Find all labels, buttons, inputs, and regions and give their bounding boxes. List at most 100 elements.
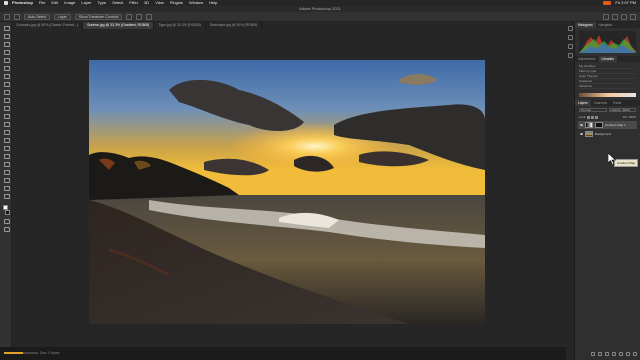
document-tabs: Colorado.jpg @ 50% (Classic Portrait...)… <box>12 22 566 29</box>
apple-menu-icon[interactable] <box>4 1 8 5</box>
quick-select-tool-icon[interactable] <box>3 49 10 55</box>
screen-mode-icon[interactable] <box>3 226 10 232</box>
blend-mode-row: Normal Opacity: 100% <box>575 106 640 114</box>
home-icon[interactable] <box>4 13 10 20</box>
tab-layers[interactable]: Layers <box>575 100 591 106</box>
collapsed-panel-strip <box>566 22 575 360</box>
move-tool-icon[interactable] <box>3 25 10 31</box>
eyedropper-tool-icon[interactable] <box>3 73 10 79</box>
blur-tool-icon[interactable] <box>3 129 10 135</box>
zoom-tool-icon[interactable] <box>3 185 10 191</box>
new-adjustment-icon[interactable] <box>612 352 616 356</box>
right-panel-dock: Histogram Navigator Adjustments Librarie… <box>575 22 640 360</box>
trash-icon[interactable] <box>633 352 637 356</box>
pen-tool-icon[interactable] <box>3 145 10 151</box>
auto-select-checkbox[interactable]: Auto-Select <box>24 13 51 20</box>
opacity-field[interactable]: Opacity: 100% <box>608 108 636 112</box>
workspace-icon[interactable] <box>621 13 627 20</box>
marquee-tool-icon[interactable] <box>3 33 10 39</box>
clone-stamp-tool-icon[interactable] <box>3 97 10 103</box>
tab-adjustments[interactable]: Adjustments <box>575 56 599 62</box>
libraries-list: My Libraries Filter by type Color Themes… <box>575 62 640 91</box>
progress-bar <box>4 352 38 354</box>
path-select-tool-icon[interactable] <box>3 161 10 167</box>
recording-icon[interactable] <box>603 1 612 5</box>
tooltip: Gradient Map <box>614 159 639 167</box>
tab-paths[interactable]: Paths <box>610 100 624 106</box>
type-tool-icon[interactable] <box>3 153 10 159</box>
transform-controls-checkbox[interactable]: Show Transform Controls <box>74 13 123 20</box>
add-style-icon[interactable] <box>598 352 602 356</box>
add-mask-icon[interactable] <box>605 352 609 356</box>
gradient-preview[interactable] <box>579 93 636 97</box>
tab-colorado[interactable]: Colorado.jpg @ 50% (Classic Portrait...) <box>12 22 84 29</box>
lasso-tool-icon[interactable] <box>3 41 10 47</box>
gradient-tool-icon[interactable] <box>3 121 10 127</box>
tab-libraries[interactable]: Libraries <box>598 56 617 62</box>
seascape-sunset-photo <box>89 60 485 324</box>
visibility-eye-icon[interactable] <box>580 133 583 135</box>
lock-position-icon[interactable] <box>591 115 595 119</box>
tab-histogram[interactable]: Histogram <box>575 22 596 28</box>
background-color-swatch[interactable] <box>4 210 10 215</box>
layer-select-dropdown[interactable]: Layer <box>54 13 71 20</box>
frame-tool-icon[interactable] <box>3 65 10 71</box>
share-icon[interactable] <box>630 13 636 20</box>
tab-tiger[interactable]: Tiger.jpg @ 33.3% (RGB/8) <box>154 22 206 29</box>
layer-name[interactable]: Background <box>595 132 611 136</box>
blend-mode-dropdown[interactable]: Normal <box>579 108 607 112</box>
status-bar: Doc: 0 bytes <box>0 347 566 360</box>
swatches-icon[interactable] <box>567 53 573 58</box>
layer-thumbnail <box>585 131 593 137</box>
histogram-plot <box>579 35 636 53</box>
properties-icon[interactable] <box>567 35 573 40</box>
tab-sunrise[interactable]: Sunrise.jpg @ 33.3% (Gradient, RGB/8) <box>83 22 155 29</box>
library-row[interactable]: Swatches <box>579 84 636 89</box>
histogram-graph <box>579 31 636 53</box>
image-canvas[interactable] <box>89 60 485 324</box>
history-brush-tool-icon[interactable] <box>3 105 10 111</box>
crop-tool-icon[interactable] <box>3 57 10 63</box>
histogram-panel-tabs: Histogram Navigator <box>575 22 640 28</box>
tab-navigator[interactable]: Navigator <box>596 22 616 28</box>
document-workspace[interactable] <box>12 29 566 347</box>
tab-seascape[interactable]: Seascape.jpg @ 50% (RGB/8) <box>206 22 263 29</box>
adjustment-thumbnail <box>585 122 593 128</box>
more-tools-icon[interactable] <box>3 193 10 199</box>
history-icon[interactable] <box>567 26 573 31</box>
layer-mask-thumbnail[interactable] <box>595 122 603 128</box>
color-icon[interactable] <box>567 44 573 49</box>
search-icon[interactable] <box>612 13 618 20</box>
align-left-icon[interactable] <box>126 13 133 20</box>
eraser-tool-icon[interactable] <box>3 113 10 119</box>
align-right-icon[interactable] <box>146 13 153 20</box>
options-bar: Auto-Select Layer Show Transform Control… <box>0 12 640 22</box>
tab-channels[interactable]: Channels <box>591 100 610 106</box>
visibility-eye-icon[interactable] <box>580 124 583 126</box>
move-tool-icon[interactable] <box>14 13 20 20</box>
healing-brush-tool-icon[interactable] <box>3 81 10 87</box>
hand-tool-icon[interactable] <box>3 177 10 183</box>
rectangle-tool-icon[interactable] <box>3 169 10 175</box>
fill-field[interactable]: Fill: 100% <box>623 115 636 119</box>
quick-mask-icon[interactable] <box>3 218 10 224</box>
lock-pixels-icon[interactable] <box>587 115 591 119</box>
3d-mode-icon[interactable] <box>603 13 609 20</box>
new-group-icon[interactable] <box>619 352 623 356</box>
brush-tool-icon[interactable] <box>3 89 10 95</box>
progress-bar-fill <box>4 352 23 354</box>
new-layer-icon[interactable] <box>626 352 630 356</box>
layer-row-gradient-map[interactable]: Gradient Map 1 <box>578 121 637 129</box>
align-center-icon[interactable] <box>136 13 143 20</box>
lock-row: Lock: Fill: 100% <box>575 114 640 120</box>
layer-row-background[interactable]: Background <box>578 130 637 138</box>
dodge-tool-icon[interactable] <box>3 137 10 143</box>
mouse-cursor-icon <box>608 153 616 165</box>
link-layers-icon[interactable] <box>591 352 595 356</box>
layers-footer <box>575 350 640 358</box>
layer-name[interactable]: Gradient Map 1 <box>605 123 626 127</box>
options-right-group <box>603 13 636 20</box>
tools-panel <box>0 22 12 347</box>
lock-label: Lock: <box>579 115 587 119</box>
lock-all-icon[interactable] <box>595 115 599 119</box>
